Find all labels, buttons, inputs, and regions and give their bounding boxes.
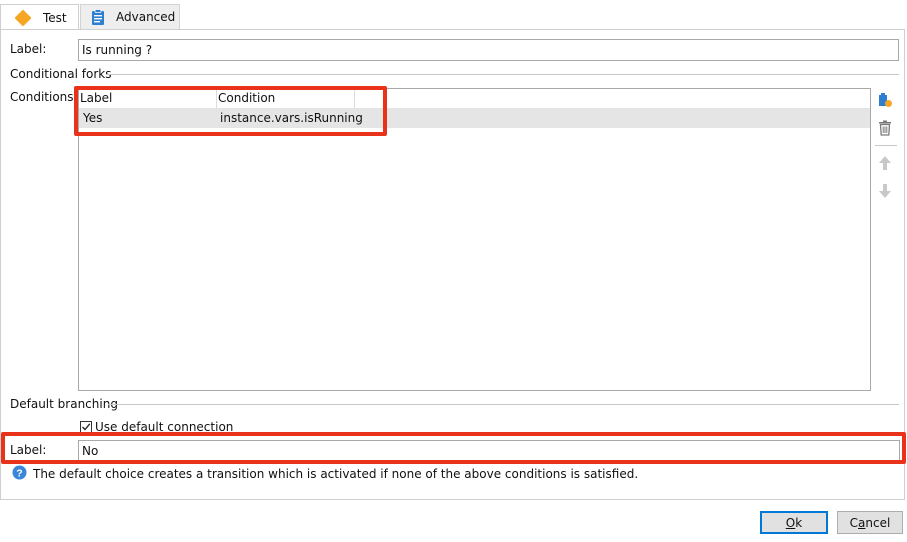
add-condition-button[interactable] bbox=[875, 91, 895, 111]
ok-label-rest: k bbox=[795, 515, 803, 530]
cancel-label-prefix: C bbox=[849, 515, 859, 530]
conditional-forks-title: Conditional forks bbox=[10, 67, 112, 81]
tab-bar: Test Advanced bbox=[0, 0, 907, 30]
add-icon bbox=[877, 92, 893, 111]
group-divider bbox=[108, 404, 899, 405]
default-branching-title: Default branching bbox=[10, 397, 118, 411]
info-text: The default choice creates a transition … bbox=[33, 467, 639, 481]
ok-label-mnemonic: O bbox=[785, 515, 796, 530]
info-row: ? The default choice creates a transitio… bbox=[12, 465, 638, 483]
tab-advanced[interactable]: Advanced bbox=[80, 4, 180, 30]
move-up-button[interactable] bbox=[875, 154, 895, 174]
arrow-up-icon bbox=[878, 155, 892, 174]
trash-icon bbox=[878, 120, 892, 139]
tab-advanced-label: Advanced bbox=[116, 10, 176, 24]
highlight-box-default-label bbox=[1, 432, 906, 464]
help-icon: ? bbox=[12, 465, 27, 483]
tab-test[interactable]: Test bbox=[0, 4, 79, 30]
move-down-button[interactable] bbox=[875, 182, 895, 202]
conditions-caption: Conditions: bbox=[10, 90, 78, 104]
highlight-box-conditions bbox=[74, 86, 387, 136]
side-divider bbox=[875, 145, 897, 146]
group-divider bbox=[106, 74, 899, 75]
cancel-label-rest: ncel bbox=[865, 515, 891, 530]
tab-test-label: Test bbox=[43, 10, 67, 25]
cancel-button[interactable]: Ca ncel bbox=[837, 511, 903, 534]
label-input-value: Is running ? bbox=[82, 43, 153, 57]
cancel-label-mnemonic: a bbox=[858, 515, 866, 530]
diamond-icon bbox=[14, 9, 32, 26]
label-caption: Label: bbox=[10, 42, 47, 56]
delete-condition-button[interactable] bbox=[875, 119, 895, 139]
arrow-down-icon bbox=[878, 183, 892, 202]
label-input[interactable]: Is running ? bbox=[78, 39, 899, 61]
ok-button[interactable]: Ok bbox=[760, 511, 828, 534]
clipboard-icon bbox=[90, 9, 106, 25]
svg-text:?: ? bbox=[16, 467, 22, 479]
